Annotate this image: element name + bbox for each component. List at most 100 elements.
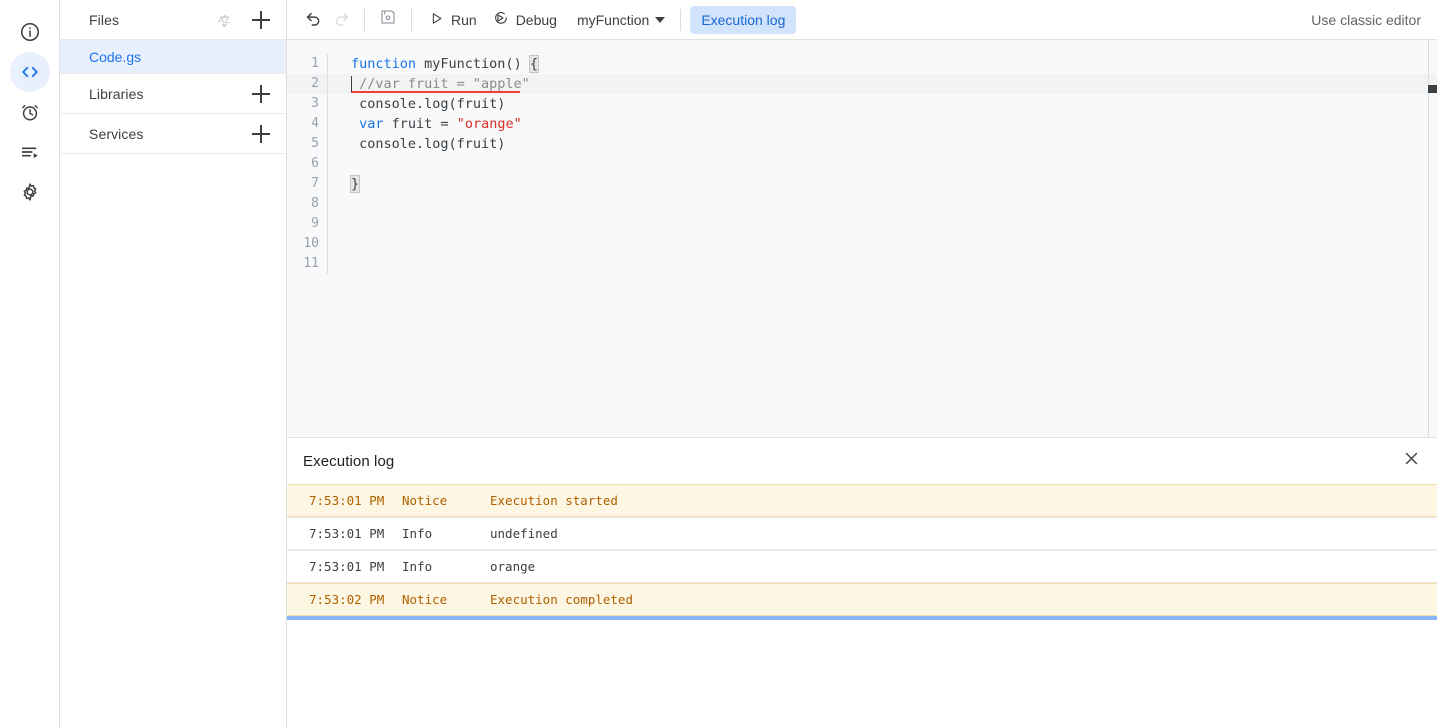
use-classic-editor-link[interactable]: Use classic editor (1311, 12, 1421, 28)
code-line[interactable]: 1 function myFunction() { (287, 54, 1437, 74)
fold-gutter[interactable] (327, 114, 345, 134)
code-line[interactable]: 5 console.log(fruit) (287, 134, 1437, 154)
tab-execution-log[interactable]: Execution log (690, 5, 797, 34)
file-item-code-gs[interactable]: Code.gs (60, 40, 286, 74)
plus-icon (252, 124, 270, 143)
code-token: console.log(fruit) (351, 136, 506, 152)
code-line-text[interactable] (345, 254, 351, 274)
code-line[interactable]: 4 var fruit = "orange" (287, 114, 1437, 134)
add-library-button[interactable] (252, 84, 270, 103)
sort-az-icon[interactable]: AZ (216, 10, 236, 30)
line-number: 2 (311, 76, 319, 91)
fold-gutter[interactable] (327, 214, 345, 234)
code-line[interactable]: 7} (287, 174, 1437, 194)
save-icon (379, 8, 397, 31)
run-button[interactable]: Run (421, 7, 485, 33)
line-number: 11 (303, 256, 319, 271)
code-line[interactable]: 10 (287, 234, 1437, 254)
libraries-section-header[interactable]: Libraries (60, 74, 286, 114)
code-lines[interactable]: 1 function myFunction() {2 //var fruit = … (287, 40, 1437, 437)
code-line-text[interactable]: //var fruit = "apple" (345, 74, 530, 94)
code-line-text[interactable]: console.log(fruit) (345, 94, 505, 114)
line-number: 3 (311, 96, 319, 111)
fold-gutter[interactable] (327, 134, 345, 154)
log-level: Notice (402, 493, 448, 508)
fold-gutter[interactable] (327, 74, 345, 94)
close-icon (1403, 450, 1420, 472)
code-line[interactable]: 8 (287, 194, 1437, 214)
code-line-text[interactable] (345, 194, 351, 214)
log-timestamp: 7:53:01 PM (309, 526, 385, 541)
add-file-button[interactable] (252, 10, 270, 29)
fold-gutter[interactable] (327, 194, 345, 214)
code-editor[interactable]: 1 function myFunction() {2 //var fruit = … (287, 40, 1437, 438)
code-line-text[interactable]: } (345, 174, 361, 194)
log-level: Info (402, 526, 433, 541)
run-label: Run (451, 11, 477, 28)
code-line[interactable]: 2 //var fruit = "apple" (287, 74, 1437, 94)
toolbar-divider-3 (680, 8, 682, 31)
error-underline (351, 91, 520, 93)
function-select-value: myFunction (576, 11, 650, 28)
services-section-actions (252, 124, 270, 143)
code-line-text[interactable] (345, 214, 351, 234)
add-service-button[interactable] (252, 124, 270, 143)
code-line-text[interactable]: var fruit = "orange" (345, 114, 522, 134)
execution-log-header: Execution log (287, 438, 1437, 484)
toolbar-divider-2 (411, 8, 412, 31)
function-select[interactable]: myFunction (571, 8, 671, 32)
log-timestamp: 7:53:02 PM (309, 592, 385, 607)
log-message: orange (490, 559, 536, 574)
code-token: } (349, 175, 361, 193)
chevron-down-icon (655, 16, 666, 23)
code-token: //var fruit = "apple" (351, 76, 530, 92)
editor-right-divider (1428, 40, 1429, 437)
code-token: { (528, 55, 539, 73)
line-number: 6 (311, 156, 319, 171)
code-line-text[interactable] (345, 154, 351, 174)
app-root: Files AZ Code.gs Libraries Services Run … (0, 0, 1437, 728)
rail-slot-settings (10, 172, 50, 212)
editor-scrollbar-thumb[interactable] (1428, 85, 1437, 93)
fold-gutter[interactable] (327, 234, 345, 254)
sidebar-item-triggers[interactable] (10, 92, 50, 132)
code-token: myFunction() (416, 56, 530, 72)
line-number: 8 (311, 196, 319, 211)
libraries-section-actions (252, 84, 270, 103)
close-execution-log-button[interactable] (1399, 449, 1423, 473)
rail-slot-overview (10, 12, 50, 52)
execution-log-rows: 7:53:01 PM Notice Execution started 7:53:01… (287, 484, 1437, 616)
sidebar-item-executions[interactable] (10, 132, 50, 172)
line-number: 10 (303, 236, 319, 251)
save-button[interactable] (374, 6, 402, 34)
plus-icon (252, 84, 270, 103)
play-icon (429, 11, 444, 29)
sidebar-item-overview[interactable] (10, 12, 50, 52)
code-line-text[interactable] (345, 234, 351, 254)
code-line-text[interactable]: console.log(fruit) (345, 134, 505, 154)
rail-slot-executions (10, 132, 50, 172)
sidebar-item-editor[interactable] (9, 52, 50, 92)
fold-gutter[interactable] (327, 94, 345, 114)
log-level: Notice (402, 592, 448, 607)
executions-icon (19, 141, 41, 163)
fold-gutter[interactable] (327, 254, 345, 274)
debug-button[interactable]: Debug (485, 6, 565, 33)
fold-gutter[interactable] (327, 174, 345, 194)
fold-gutter[interactable] (327, 54, 345, 74)
undo-button[interactable] (299, 6, 327, 34)
log-message: Execution started (490, 493, 618, 508)
execution-log-row: 7:53:01 PM Notice Execution started (287, 484, 1437, 517)
code-line[interactable]: 11 (287, 254, 1437, 274)
execution-log-row: 7:53:01 PM Info orange (287, 550, 1437, 583)
services-section-header[interactable]: Services (60, 114, 286, 154)
redo-button[interactable] (327, 6, 355, 34)
code-line[interactable]: 6 (287, 154, 1437, 174)
log-timestamp: 7:53:01 PM (309, 493, 385, 508)
code-line[interactable]: 3 console.log(fruit) (287, 94, 1437, 114)
editor-toolbar: Run Debug myFunction Execution log Use c… (287, 0, 1437, 40)
fold-gutter[interactable] (327, 154, 345, 174)
code-line[interactable]: 9 (287, 214, 1437, 234)
code-line-text[interactable]: function myFunction() { (345, 54, 539, 74)
sidebar-item-settings[interactable] (10, 172, 50, 212)
